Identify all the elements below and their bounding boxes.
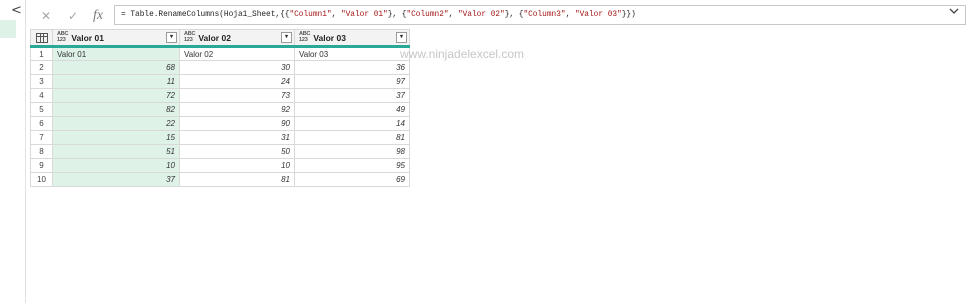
table-row: 4 72 73 37 (30, 88, 410, 103)
table-cell[interactable]: 81 (179, 172, 295, 187)
formula-text[interactable]: = Table.RenameColumns(Hoja1_Sheet,{{"Col… (121, 6, 636, 24)
table-cell[interactable]: Valor 03 (294, 46, 410, 61)
table-cell[interactable]: 92 (179, 102, 295, 117)
confirm-icon[interactable]: ✓ (65, 6, 81, 26)
table-cell[interactable]: 50 (179, 144, 295, 159)
table-cell[interactable]: 72 (52, 88, 180, 103)
table-cell[interactable]: 68 (52, 60, 180, 75)
table-row: 9 10 10 95 (30, 158, 410, 173)
table-cell[interactable]: 73 (179, 88, 295, 103)
table-row: 3 11 24 97 (30, 74, 410, 89)
table-cell[interactable]: Valor 01 (52, 46, 180, 61)
type-any-icon[interactable]: ABC 123 (57, 31, 69, 43)
row-number: 8 (30, 144, 53, 159)
fx-icon[interactable]: fx (90, 6, 106, 26)
row-number: 7 (30, 130, 53, 145)
column-header-label: Valor 03 (313, 32, 346, 43)
cancel-icon[interactable]: ✕ (38, 6, 54, 26)
queries-pane: < (0, 0, 26, 303)
table-cell[interactable]: 24 (179, 74, 295, 89)
table-cell[interactable]: 90 (179, 116, 295, 131)
table-cell[interactable]: 51 (52, 144, 180, 159)
data-preview-table: ABC 123 Valor 01 ▾ ABC 123 Valor 02 ▾ ABC 1… (30, 29, 410, 187)
row-number: 2 (30, 60, 53, 75)
formula-bar: ✕ ✓ fx = Table.RenameColumns(Hoja1_Sheet… (30, 5, 966, 27)
table-row: 8 51 50 98 (30, 144, 410, 159)
table-cell[interactable]: 14 (294, 116, 410, 131)
row-number: 10 (30, 172, 53, 187)
table-menu-button[interactable] (30, 29, 53, 48)
table-cell[interactable]: 69 (294, 172, 410, 187)
table-cell[interactable]: 31 (179, 130, 295, 145)
table-cell[interactable]: 37 (294, 88, 410, 103)
table-cell[interactable]: 15 (52, 130, 180, 145)
filter-dropdown-icon[interactable]: ▾ (281, 32, 292, 43)
table-cell[interactable]: 98 (294, 144, 410, 159)
column-header-label: Valor 02 (198, 32, 231, 43)
table-row: 6 22 90 14 (30, 116, 410, 131)
table-cell[interactable]: 11 (52, 74, 180, 89)
table-icon (35, 32, 48, 43)
row-number: 1 (30, 46, 53, 61)
table-cell[interactable]: 10 (179, 158, 295, 173)
table-cell[interactable]: 30 (179, 60, 295, 75)
column-header-label: Valor 01 (71, 32, 104, 43)
row-number: 3 (30, 74, 53, 89)
table-cell[interactable]: 81 (294, 130, 410, 145)
selected-query-item[interactable] (0, 20, 16, 38)
row-number: 4 (30, 88, 53, 103)
row-number: 9 (30, 158, 53, 173)
table-cell[interactable]: 10 (52, 158, 180, 173)
table-row: 5 82 92 49 (30, 102, 410, 117)
table-row: 10 37 81 69 (30, 172, 410, 187)
row-number: 5 (30, 102, 53, 117)
table-cell[interactable]: 37 (52, 172, 180, 187)
chevron-down-icon[interactable] (949, 7, 959, 18)
table-row: 7 15 31 81 (30, 130, 410, 145)
table-cell[interactable]: 49 (294, 102, 410, 117)
type-any-icon[interactable]: ABC 123 (299, 31, 311, 43)
column-header-valor-03[interactable]: ABC 123 Valor 03 ▾ (294, 29, 410, 48)
formula-input[interactable]: = Table.RenameColumns(Hoja1_Sheet,{{"Col… (114, 5, 966, 25)
column-header-valor-01[interactable]: ABC 123 Valor 01 ▾ (52, 29, 180, 48)
table-cell[interactable]: Valor 02 (179, 46, 295, 61)
column-header-valor-02[interactable]: ABC 123 Valor 02 ▾ (179, 29, 295, 48)
table-row: 2 68 30 36 (30, 60, 410, 75)
filter-dropdown-icon[interactable]: ▾ (396, 32, 407, 43)
watermark-text: www.ninjadelexcel.com (400, 47, 525, 61)
filter-dropdown-icon[interactable]: ▾ (166, 32, 177, 43)
row-number: 6 (30, 116, 53, 131)
table-cell[interactable]: 36 (294, 60, 410, 75)
type-any-icon[interactable]: ABC 123 (184, 31, 196, 43)
table-row: 1 Valor 01 Valor 02 Valor 03 (30, 46, 410, 61)
table-cell[interactable]: 22 (52, 116, 180, 131)
table-cell[interactable]: 82 (52, 102, 180, 117)
table-cell[interactable]: 97 (294, 74, 410, 89)
table-cell[interactable]: 95 (294, 158, 410, 173)
collapse-pane-icon[interactable]: < (11, 4, 22, 17)
